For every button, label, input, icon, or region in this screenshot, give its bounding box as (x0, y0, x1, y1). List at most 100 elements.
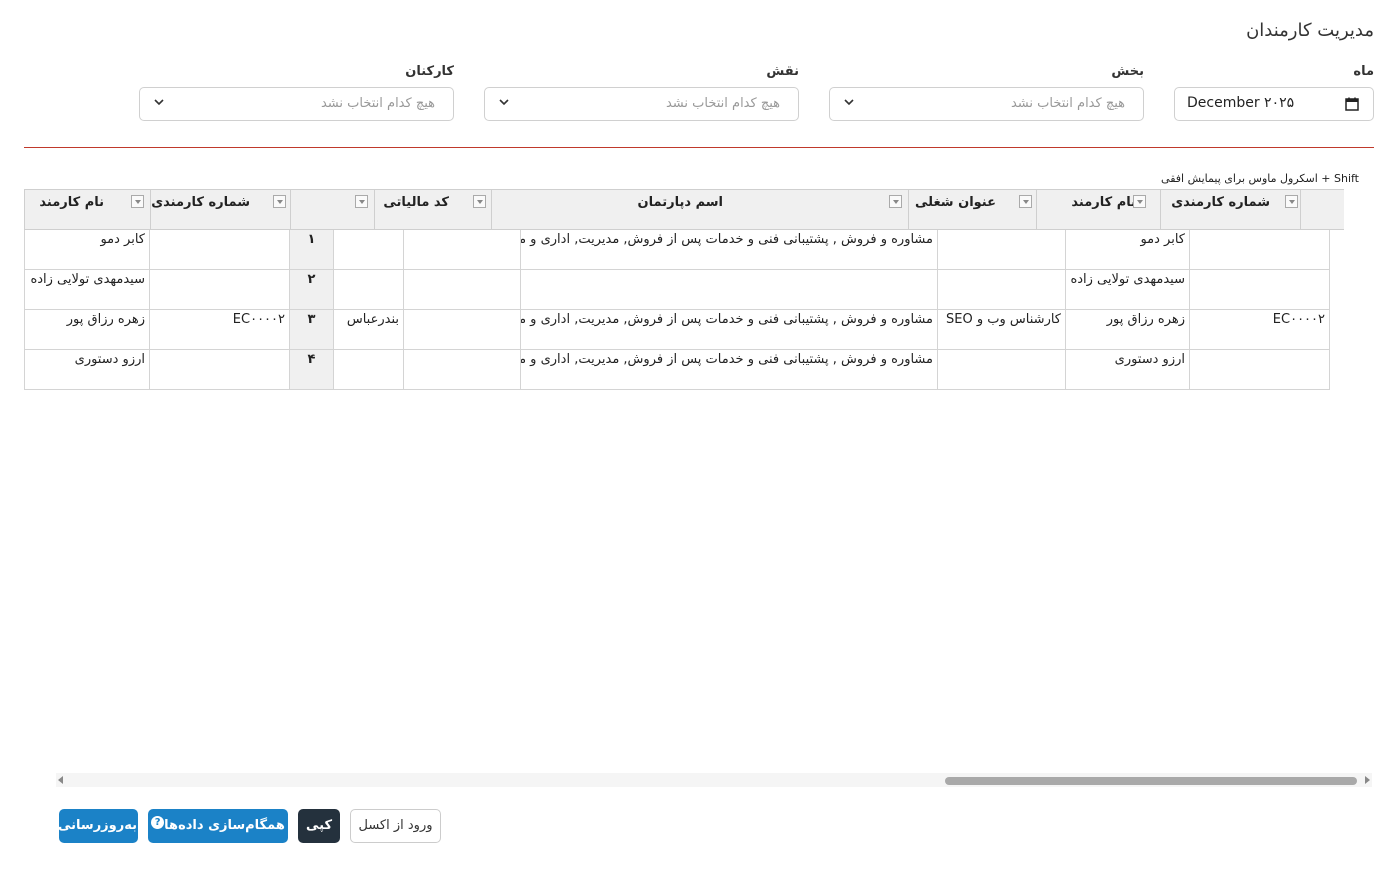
cell-tax-code[interactable] (404, 270, 521, 310)
cell-text: EC۰۰۰۰۲ (232, 312, 285, 327)
cell-emp-number[interactable] (1190, 230, 1330, 270)
filter-dropdown-icon[interactable] (355, 195, 368, 208)
scroll-left-icon[interactable] (58, 776, 63, 784)
cell-tax-code[interactable] (404, 310, 521, 350)
cell-text: زهره رزاق پور (66, 312, 145, 327)
cell-emp-name-2[interactable]: کابر دمو (24, 230, 150, 270)
import-excel-button[interactable]: ورود از اکسل (350, 809, 441, 843)
scrollbar-thumb[interactable] (945, 777, 1357, 785)
header-emp-number[interactable]: شماره کارمندی (1160, 189, 1300, 230)
header-emp-number-2[interactable]: شماره کارمندی (150, 189, 290, 230)
header-corner (1300, 189, 1344, 230)
cell-emp-number-2[interactable] (150, 230, 290, 270)
chevron-down-icon (154, 99, 164, 106)
employee-grid[interactable]: شماره کارمندی نام کارمند عنوان شغلی اسم … (24, 189, 1344, 391)
grid-left-border (24, 230, 25, 390)
header-job-title[interactable]: عنوان شغلی (908, 189, 1036, 230)
cell-text: ۲ (307, 272, 316, 287)
page-title: مدیریت کارمندان (1246, 20, 1374, 41)
cell-dept-name[interactable] (521, 270, 938, 310)
staff-label: کارکنان (405, 64, 454, 79)
cell-emp-number[interactable] (1190, 270, 1330, 310)
cell-text: مشاوره و فروش , پشتیبانی فنی و خدمات پس … (521, 232, 933, 247)
filter-dropdown-icon[interactable] (889, 195, 902, 208)
staff-select[interactable]: هیچ کدام انتخاب نشد (139, 87, 454, 121)
sync-label: همگام‌سازی داده‌ها (164, 818, 285, 833)
cell-text: ارزو دستوری (74, 352, 145, 367)
section-select[interactable]: هیچ کدام انتخاب نشد (829, 87, 1144, 121)
cell-row-number[interactable]: ۲ (290, 270, 334, 310)
header-label: عنوان شغلی (915, 195, 996, 210)
month-input[interactable]: December ۲۰۲۵ (1174, 87, 1374, 121)
help-icon[interactable]: ? (151, 816, 165, 829)
month-filter: ماه December ۲۰۲۵ (1174, 64, 1374, 121)
chevron-down-icon (844, 99, 854, 106)
section-filter: بخش هیچ کدام انتخاب نشد (829, 64, 1144, 121)
header-tax-code[interactable]: کد مالیاتی (374, 189, 491, 230)
cell-tax-code[interactable] (404, 350, 521, 390)
cell-emp-name[interactable]: کابر دمو (1066, 230, 1190, 270)
cell-city[interactable] (334, 230, 404, 270)
filter-dropdown-icon[interactable] (273, 195, 286, 208)
sync-button[interactable]: همگام‌سازی داده‌ها? (148, 809, 288, 843)
month-label: ماه (1353, 64, 1374, 79)
cell-dept-name[interactable]: مشاوره و فروش , پشتیبانی فنی و خدمات پس … (521, 310, 938, 350)
header-emp-name-2[interactable]: نام کارمند (24, 189, 150, 230)
filter-dropdown-icon[interactable] (1019, 195, 1032, 208)
filter-dropdown-icon[interactable] (1285, 195, 1298, 208)
cell-emp-name[interactable]: زهره رزاق پور (1066, 310, 1190, 350)
cell-row-number[interactable]: ۴ (290, 350, 334, 390)
cell-emp-number-2[interactable] (150, 350, 290, 390)
cell-emp-name-2[interactable]: زهره رزاق پور (24, 310, 150, 350)
cell-city[interactable]: بندرعباس (334, 310, 404, 350)
cell-emp-number-2[interactable] (150, 270, 290, 310)
section-label: بخش (1111, 64, 1144, 79)
header-label: نام کارمند (39, 195, 104, 210)
cell-row-number[interactable]: ۳ (290, 310, 334, 350)
cell-row-number[interactable]: ۱ (290, 230, 334, 270)
scroll-right-icon[interactable] (1365, 776, 1370, 784)
header-label: شماره کارمندی (1171, 195, 1270, 210)
cell-emp-name-2[interactable]: سیدمهدی تولایی زاده (24, 270, 150, 310)
role-select[interactable]: هیچ کدام انتخاب نشد (484, 87, 799, 121)
cell-text: مشاوره و فروش , پشتیبانی فنی و خدمات پس … (521, 312, 933, 327)
copy-button[interactable]: کپی (298, 809, 340, 843)
cell-dept-name[interactable]: مشاوره و فروش , پشتیبانی فنی و خدمات پس … (521, 350, 938, 390)
header-city[interactable] (290, 189, 374, 230)
cell-dept-name[interactable]: مشاوره و فروش , پشتیبانی فنی و خدمات پس … (521, 230, 938, 270)
cell-emp-number[interactable]: EC۰۰۰۰۲ (1190, 310, 1330, 350)
cell-text: ۳ (307, 312, 316, 327)
section-placeholder: هیچ کدام انتخاب نشد (1010, 96, 1125, 111)
cell-emp-name[interactable]: ارزو دستوری (1066, 350, 1190, 390)
header-label: کد مالیاتی (383, 195, 449, 210)
filter-dropdown-icon[interactable] (1133, 195, 1146, 208)
horizontal-scrollbar[interactable] (56, 773, 1372, 787)
role-label: نقش (766, 64, 799, 79)
cell-job-title[interactable] (938, 230, 1066, 270)
cell-tax-code[interactable] (404, 230, 521, 270)
refresh-button[interactable]: به‌روزرسانی (58, 809, 138, 843)
filter-dropdown-icon[interactable] (131, 195, 144, 208)
cell-emp-name-2[interactable]: ارزو دستوری (24, 350, 150, 390)
header-emp-name[interactable]: نام کارمند (1036, 189, 1160, 230)
scroll-hint: Shift + اسکرول ماوس برای پیمایش افقی (1161, 172, 1359, 185)
cell-job-title[interactable] (938, 350, 1066, 390)
header-dept-name[interactable]: اسم دپارتمان (491, 189, 908, 230)
cell-text: سیدمهدی تولایی زاده (30, 272, 145, 287)
cell-text: کابر دمو (1140, 232, 1185, 247)
cell-city[interactable] (334, 270, 404, 310)
cell-job-title[interactable] (938, 270, 1066, 310)
cell-emp-number[interactable] (1190, 350, 1330, 390)
cell-job-title[interactable]: کارشناس وب و SEO (938, 310, 1066, 350)
role-placeholder: هیچ کدام انتخاب نشد (665, 96, 780, 111)
staff-placeholder: هیچ کدام انتخاب نشد (320, 96, 435, 111)
cell-city[interactable] (334, 350, 404, 390)
cell-text: ۴ (307, 352, 316, 367)
cell-emp-number-2[interactable]: EC۰۰۰۰۲ (150, 310, 290, 350)
filter-dropdown-icon[interactable] (473, 195, 486, 208)
cell-emp-name[interactable]: سیدمهدی تولایی زاده (1066, 270, 1190, 310)
calendar-icon[interactable] (1345, 97, 1359, 111)
divider (24, 147, 1374, 148)
cell-text: بندرعباس (346, 312, 399, 327)
cell-text: زهره رزاق پور (1106, 312, 1185, 327)
